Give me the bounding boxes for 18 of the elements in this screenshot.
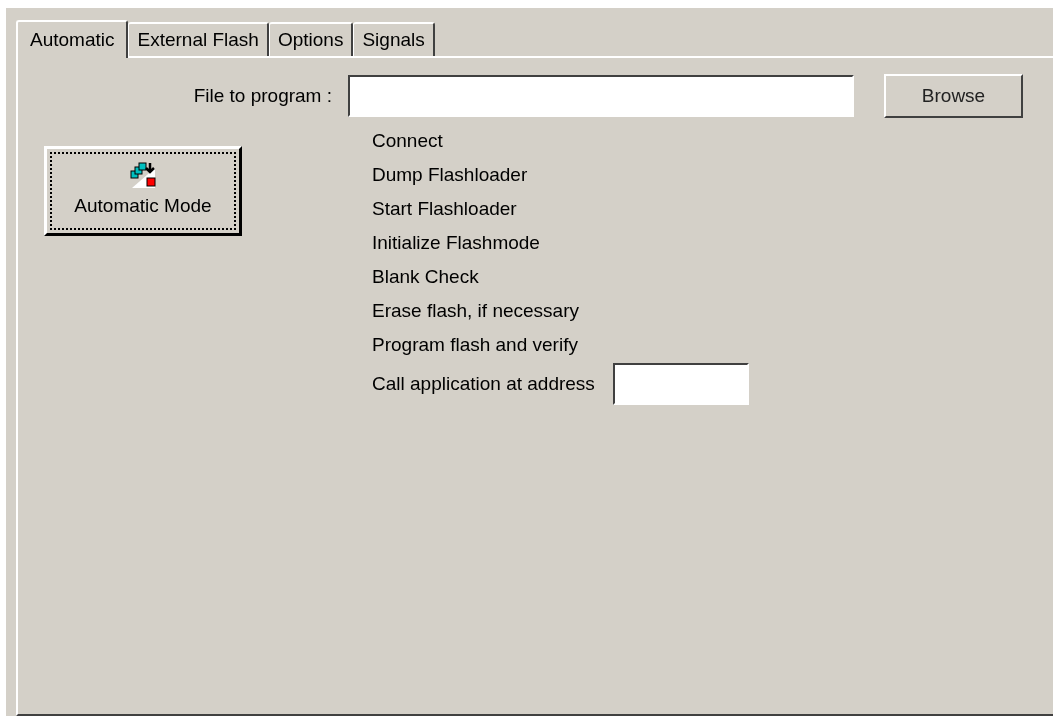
field-label: Call application at address xyxy=(372,371,595,396)
step-label: Erase flash, if necessary xyxy=(372,299,580,323)
flash-program-icon xyxy=(129,161,157,190)
file-field[interactable] xyxy=(348,75,854,117)
address-field[interactable] xyxy=(612,363,749,405)
step-label: Start Flashloader xyxy=(372,197,518,221)
tab[interactable]: External Flash xyxy=(128,22,269,56)
step-label: Connect xyxy=(372,129,444,153)
field-label: File to program : xyxy=(192,83,332,108)
step-label: Blank Check xyxy=(372,265,480,289)
step-label: Dump Flashloader xyxy=(372,163,529,187)
automatic-mode-button[interactable]: Automatic Mode xyxy=(44,146,242,236)
step-label: Initialize Flashmode xyxy=(372,231,541,255)
tab[interactable]: Automatic xyxy=(16,20,129,58)
step-label: Program flash and verify xyxy=(372,333,579,357)
tab[interactable]: Options xyxy=(268,22,354,56)
tab[interactable]: Signals xyxy=(353,22,435,56)
browse-button[interactable]: Browse xyxy=(884,74,1023,118)
